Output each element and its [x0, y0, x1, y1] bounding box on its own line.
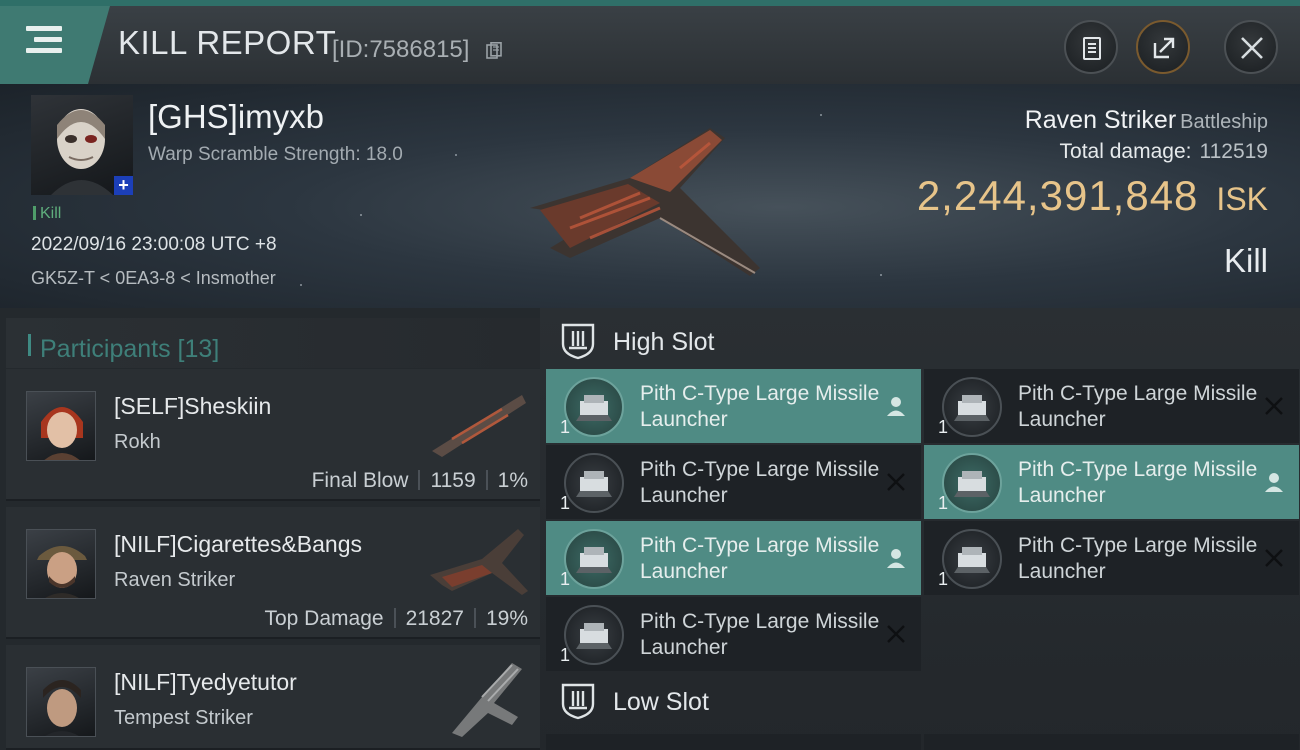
participant-ship-image: [430, 529, 528, 595]
module-name: Pith C-Type Large Missile Launcher: [640, 610, 880, 659]
clipboard-button[interactable]: [1064, 20, 1118, 74]
destroyed-icon: [1265, 397, 1283, 415]
report-id: [ID:7586815]: [332, 36, 470, 63]
participant-ship: Raven Striker: [114, 569, 236, 591]
missile-launcher-icon: [942, 377, 1002, 437]
module-count: 1: [938, 417, 949, 437]
module-slot[interactable]: [546, 734, 921, 750]
low-slot-icon: [561, 683, 595, 720]
kill-timestamp: 2022/09/16 23:00:08 UTC +8: [31, 234, 277, 255]
module-slot[interactable]: 1 Pith C-Type Large Missile Launcher: [924, 369, 1299, 443]
victim-ship-info[interactable]: Raven Striker Battleship: [1025, 106, 1268, 135]
close-icon: [1241, 37, 1263, 59]
fitting-panel: High Slot 1 Pith C-Type Large Missile La…: [540, 308, 1300, 750]
victim-ship-name: Raven Striker: [1024, 106, 1177, 134]
kill-location[interactable]: GK5Z-T < 0EA3-8 < Insmother: [31, 268, 276, 289]
share-button[interactable]: [1136, 20, 1190, 74]
destroyed-icon: [1265, 549, 1283, 567]
participant-name: [NILF]Tyedyetutor: [114, 669, 297, 695]
module-slot[interactable]: 1 Pith C-Type Large Missile Launcher: [546, 597, 921, 671]
pilot-icon: [887, 549, 905, 568]
total-damage: Total damage: 112519: [1059, 140, 1268, 163]
missile-launcher-icon: [942, 453, 1002, 513]
module-name: Pith C-Type Large Missile Launcher: [1018, 458, 1258, 507]
victim-ship-image: [530, 128, 760, 276]
clipboard-icon: [1083, 37, 1101, 60]
menu-button[interactable]: [0, 6, 110, 84]
kill-tag: Kill: [33, 205, 61, 223]
participants-header: Participants [13]: [6, 318, 540, 368]
kill-result: Kill: [1223, 242, 1268, 279]
module-name: Pith C-Type Large Missile Launcher: [640, 534, 880, 583]
header-bar: KILL REPORT [ID:7586815]: [0, 0, 1300, 84]
plus-icon[interactable]: +: [114, 176, 133, 195]
participant-name: [SELF]Sheskiin: [114, 393, 272, 419]
module-slot[interactable]: 1 Pith C-Type Large Missile Launcher: [546, 445, 921, 519]
missile-launcher-icon: [564, 377, 624, 437]
module-slot[interactable]: 1 Pith C-Type Large Missile Launcher: [924, 521, 1299, 595]
module-count: 1: [560, 645, 571, 665]
participant-ship: Tempest Striker: [114, 707, 253, 729]
module-slot[interactable]: 1 Pith C-Type Large Missile Launcher: [546, 521, 921, 595]
module-count: 1: [938, 569, 949, 589]
missile-launcher-icon: [564, 605, 624, 665]
copy-icon[interactable]: [486, 42, 502, 60]
participant-avatar[interactable]: [26, 667, 96, 737]
pilot-icon: [1265, 473, 1283, 492]
participant-row[interactable]: [SELF]Sheskiin Rokh Final Blow 1159 1%: [6, 369, 540, 501]
destroyed-icon: [887, 625, 905, 643]
destroyed-icon: [887, 473, 905, 491]
participants-panel: Participants [13] [SELF]Sheskiin Rokh Fi…: [0, 308, 540, 750]
module-slot[interactable]: 1 Pith C-Type Large Missile Launcher: [546, 369, 921, 443]
missile-launcher-icon: [564, 529, 624, 589]
module-name: Pith C-Type Large Missile Launcher: [640, 382, 880, 431]
warp-scramble-strength: Warp Scramble Strength: 18.0: [148, 144, 403, 165]
missile-launcher-icon: [942, 529, 1002, 589]
module-count: 1: [560, 493, 571, 513]
victim-name[interactable]: [GHS]imyxb: [148, 98, 324, 136]
close-button[interactable]: [1224, 20, 1278, 74]
pilot-icon: [887, 397, 905, 416]
low-slot-label: Low Slot: [613, 688, 709, 716]
participant-stats: Top Damage 21827 19%: [264, 607, 528, 630]
module-slot[interactable]: [924, 734, 1299, 750]
participant-avatar[interactable]: [26, 391, 96, 461]
share-icon: [1153, 37, 1175, 59]
module-count: 1: [560, 417, 571, 437]
page-title: KILL REPORT: [118, 24, 337, 61]
high-slot-icon: [561, 323, 595, 360]
participant-avatar[interactable]: [26, 529, 96, 599]
high-slot-label: High Slot: [613, 328, 715, 356]
module-name: Pith C-Type Large Missile Launcher: [640, 458, 880, 507]
module-name: Pith C-Type Large Missile Launcher: [1018, 382, 1258, 431]
participant-ship-image: [452, 663, 522, 737]
victim-banner: + [GHS]imyxb Warp Scramble Strength: 18.…: [0, 84, 1300, 308]
participant-ship: Rokh: [114, 431, 161, 453]
participants-title: Participants [13]: [40, 335, 220, 363]
module-count: 1: [560, 569, 571, 589]
participant-name: [NILF]Cigarettes&Bangs: [114, 531, 363, 557]
participant-row[interactable]: [NILF]Cigarettes&Bangs Raven Striker Top…: [6, 507, 540, 639]
module-slot[interactable]: 1 Pith C-Type Large Missile Launcher: [924, 445, 1299, 519]
victim-ship-class: Battleship: [1180, 111, 1268, 133]
module-name: Pith C-Type Large Missile Launcher: [1018, 534, 1258, 583]
module-count: 1: [938, 493, 949, 513]
participant-stats: Final Blow 1159 1%: [311, 469, 528, 492]
missile-launcher-icon: [564, 453, 624, 513]
participant-ship-image: [432, 395, 526, 457]
participant-row[interactable]: [NILF]Tyedyetutor Tempest Striker: [6, 645, 540, 750]
isk-value: 2,244,391,848 ISK: [916, 172, 1268, 219]
